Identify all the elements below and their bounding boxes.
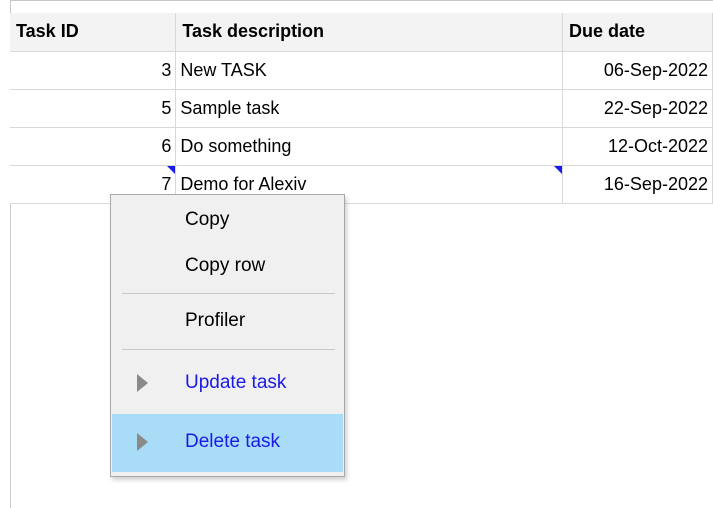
- due-date-cell[interactable]: 12-Oct-2022: [562, 127, 713, 166]
- column-header-task-id[interactable]: Task ID: [10, 13, 177, 52]
- column-header-task-description[interactable]: Task description: [175, 13, 564, 52]
- due-date-value: 16-Sep-2022: [603, 173, 708, 194]
- task-id-cell[interactable]: 6: [10, 127, 177, 166]
- cell-change-marker-icon: [167, 165, 175, 174]
- due-date-cell[interactable]: 22-Sep-2022: [562, 89, 713, 128]
- task-description-cell[interactable]: Sample task: [175, 89, 564, 128]
- play-arrow-icon: [137, 374, 148, 392]
- menu-item-update-task[interactable]: Update task: [112, 362, 343, 408]
- menu-separator: [122, 349, 335, 350]
- menu-item-copy[interactable]: Copy: [112, 199, 343, 245]
- task-description-cell[interactable]: Do something: [175, 127, 564, 166]
- table-row[interactable]: 3 New TASK 06-Sep-2022: [10, 51, 713, 90]
- due-date-cell[interactable]: 06-Sep-2022: [562, 51, 713, 90]
- due-date-cell[interactable]: 16-Sep-2022: [562, 165, 713, 204]
- menu-separator: [122, 293, 335, 294]
- menu-item-label: Profiler: [185, 310, 246, 331]
- menu-item-label: Update task: [185, 372, 287, 393]
- table-row[interactable]: 5 Sample task 22-Sep-2022: [10, 89, 713, 128]
- task-id-value: 7: [161, 173, 172, 194]
- play-arrow-icon: [137, 433, 148, 451]
- menu-item-label: Copy row: [185, 255, 266, 276]
- menu-item-delete-task[interactable]: Delete task: [112, 414, 343, 472]
- task-description-value: Demo for Alexiv: [180, 173, 307, 194]
- column-header-due-date[interactable]: Due date: [562, 13, 713, 52]
- task-id-cell[interactable]: 5: [10, 89, 177, 128]
- menu-item-label: Delete task: [185, 431, 281, 452]
- menu-item-copy-row[interactable]: Copy row: [112, 245, 343, 291]
- menu-item-profiler[interactable]: Profiler: [112, 300, 343, 346]
- task-id-cell[interactable]: 3: [10, 51, 177, 90]
- table-row[interactable]: 6 Do something 12-Oct-2022: [10, 127, 713, 166]
- task-description-cell[interactable]: New TASK: [175, 51, 564, 90]
- task-grid: Task ID Task description Due date 3 New …: [10, 13, 713, 204]
- menu-item-label: Copy: [185, 209, 230, 230]
- header-row: Task ID Task description Due date: [10, 13, 713, 52]
- context-menu: Copy Copy row Profiler Update task Delet…: [110, 194, 345, 477]
- cell-change-marker-icon: [554, 165, 562, 174]
